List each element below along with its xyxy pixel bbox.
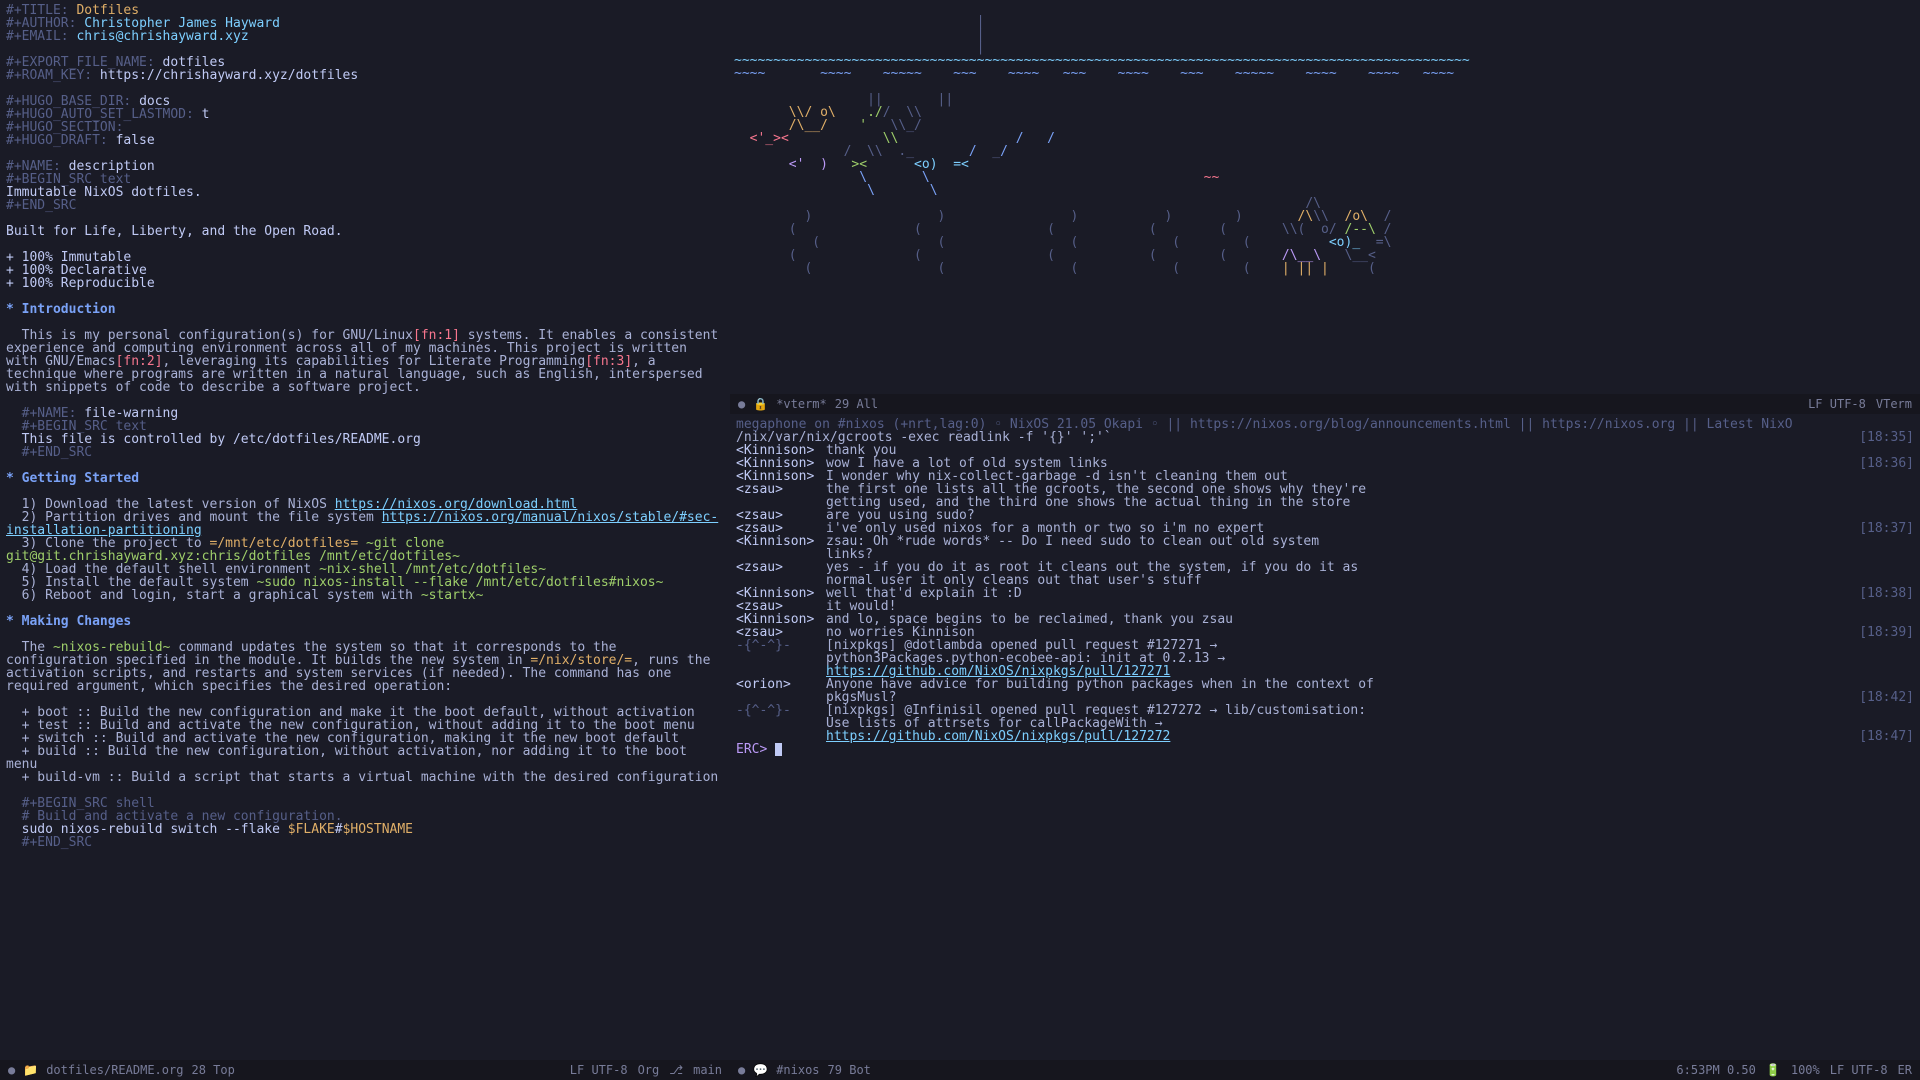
branch-icon: ⎇ bbox=[669, 1064, 683, 1076]
end-src: #+END_SRC bbox=[6, 198, 76, 213]
irc-timestamp: [18:39] bbox=[1849, 626, 1914, 639]
heading-making-changes[interactable]: * Making Changes bbox=[6, 614, 131, 629]
roam-key: #+ROAM_KEY: bbox=[6, 68, 92, 83]
irc-nick: -{^-^}- bbox=[736, 639, 826, 652]
irc-link[interactable]: https://github.com/NixOS/nixpkgs/pull/12… bbox=[826, 729, 1170, 744]
circle-icon: ● bbox=[8, 1064, 15, 1076]
lock-icon: 🔒 bbox=[753, 398, 768, 410]
erc-time: 6:53PM 0.50 bbox=[1676, 1064, 1755, 1076]
irc-timestamp: [18:36] bbox=[1849, 457, 1914, 470]
email: chris@chrishayward.xyz bbox=[76, 29, 248, 44]
email-key: #+EMAIL: bbox=[6, 29, 69, 44]
irc-message: well that'd explain it :D bbox=[826, 587, 1849, 600]
irc-message: zsau: Oh *rude words* -- Do I need sudo … bbox=[826, 535, 1914, 548]
irc-nick: -{^-^}- bbox=[736, 704, 826, 717]
vterm-pos: 29 All bbox=[835, 398, 878, 410]
org-document[interactable]: #+TITLE: Dotfiles #+AUTHOR: Christopher … bbox=[6, 4, 724, 849]
erc-battery: 100% bbox=[1791, 1064, 1820, 1076]
folder-icon: 📁 bbox=[23, 1064, 38, 1076]
vterm-name: *vterm* bbox=[776, 398, 827, 410]
modeline-position: 28 Top bbox=[191, 1064, 234, 1076]
erc-prompt[interactable]: ERC> bbox=[736, 743, 1914, 756]
irc-message: Anyone have advice for building python p… bbox=[826, 678, 1914, 691]
modeline-branch: main bbox=[693, 1064, 722, 1076]
irc-timestamp: [18:47] bbox=[1849, 730, 1914, 743]
modeline-vterm: ● 🔒 *vterm* 29 All LF UTF-8 VTerm bbox=[730, 394, 1920, 414]
cursor bbox=[775, 743, 782, 756]
mc-build: + build :: Build the new configuration, … bbox=[6, 744, 695, 772]
irc-message: and lo, space begins to be reclaimed, th… bbox=[826, 613, 1914, 626]
irc-line: https://github.com/NixOS/nixpkgs/pull/12… bbox=[736, 730, 1914, 743]
irc-nick bbox=[736, 652, 826, 665]
irc-nick: <orion> bbox=[736, 678, 826, 691]
mc-build-vm: + build-vm :: Build a script that starts… bbox=[22, 770, 719, 785]
circle-icon: ● bbox=[738, 398, 745, 410]
ascii-art: | | | ~~~~~~~~~~~~~~~~~~~~~~~~~~~~~~~~~~… bbox=[734, 15, 1916, 275]
heading-introduction[interactable]: * Introduction bbox=[6, 302, 116, 317]
irc-nick bbox=[736, 717, 826, 730]
hugo-lastmod: t bbox=[202, 107, 210, 122]
chat-icon: 💬 bbox=[753, 1064, 768, 1076]
modeline-left: ● 📁 dotfiles/README.org 28 Top LF UTF-8 … bbox=[0, 1060, 730, 1080]
hugo-draft: false bbox=[116, 133, 155, 148]
bullet-reproducible: + 100% Reproducible bbox=[6, 276, 155, 291]
irc-line: <Kinnison>zsau: Oh *rude words* -- Do I … bbox=[736, 535, 1914, 548]
tagline: Built for Life, Liberty, and the Open Ro… bbox=[6, 224, 343, 239]
irc-nick: <Kinnison> bbox=[736, 535, 826, 548]
modeline-filename: dotfiles/README.org bbox=[46, 1064, 183, 1076]
modeline-major-mode: Org bbox=[638, 1064, 660, 1076]
erc-pos: 79 Bot bbox=[828, 1064, 871, 1076]
irc-line: <Kinnison>well that'd explain it :D[18:3… bbox=[736, 587, 1914, 600]
modeline-erc: ● 💬 #nixos 79 Bot 6:53PM 0.50 🔋 100% LF … bbox=[730, 1060, 1920, 1080]
modeline-encoding: LF UTF-8 bbox=[570, 1064, 628, 1076]
irc-timestamp: [18:37] bbox=[1849, 522, 1914, 535]
heading-getting-started[interactable]: * Getting Started bbox=[6, 471, 139, 486]
irc-line: <orion>Anyone have advice for building p… bbox=[736, 678, 1914, 691]
erc-channel: #nixos bbox=[776, 1064, 819, 1076]
circle-icon: ● bbox=[738, 1064, 745, 1076]
irc-timestamp: [18:42] bbox=[1849, 691, 1914, 704]
erc-pane[interactable]: megaphone on #nixos (+nrt,lag:0) ◦ NixOS… bbox=[730, 414, 1920, 1080]
hugo-draft-key: #+HUGO_DRAFT: bbox=[6, 133, 108, 148]
irc-message: https://github.com/NixOS/nixpkgs/pull/12… bbox=[826, 730, 1849, 743]
battery-icon: 🔋 bbox=[1766, 1064, 1781, 1076]
irc-nick: <zsau> bbox=[736, 561, 826, 574]
editor-pane[interactable]: #+TITLE: Dotfiles #+AUTHOR: Christopher … bbox=[0, 0, 730, 1080]
roam-url: https://chrishayward.xyz/dotfiles bbox=[100, 68, 358, 83]
irc-nick: <zsau> bbox=[736, 483, 826, 496]
vterm-pane[interactable]: | | | ~~~~~~~~~~~~~~~~~~~~~~~~~~~~~~~~~~… bbox=[730, 0, 1920, 394]
irc-message: getting used, and the third one shows th… bbox=[826, 496, 1914, 509]
irc-timestamp: [18:38] bbox=[1849, 587, 1914, 600]
